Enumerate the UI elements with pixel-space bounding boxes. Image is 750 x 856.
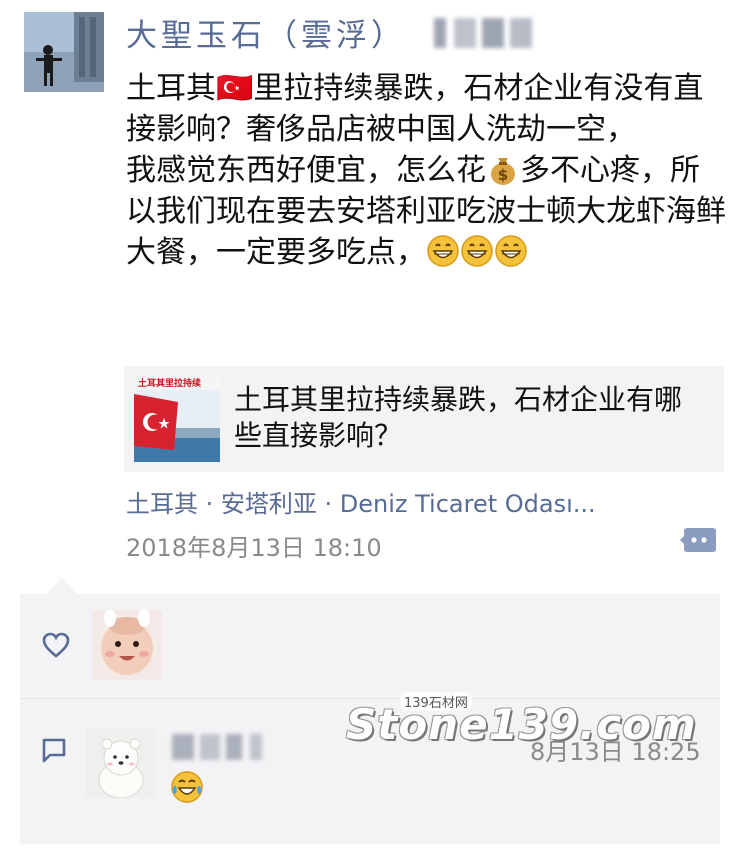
post-timestamp: 2018年8月13日 18:10 [126, 534, 382, 562]
grinning-emoji [461, 235, 493, 267]
shared-link-title: 土耳其里拉持续暴跌，石材企业有哪些直接影响？ [234, 383, 683, 452]
author-name-blurred-suffix [434, 18, 534, 52]
post-location[interactable]: 土耳其 · 安塔利亚 · Deniz Ticaret Odası... [126, 484, 596, 519]
liker-avatar[interactable] [92, 610, 162, 680]
post-paragraph-2: 我感觉东西好便宜，怎么花 $ 多不心疼，所以我们现在要去安塔利亚吃波士顿大龙虾海… [126, 150, 726, 273]
heart-icon [42, 632, 70, 658]
post-text: 土耳其🇹🇷里拉持续暴跌，石材企业有没有直接影响？奢侈品店被中国人洗劫一空， 我感… [126, 68, 726, 273]
grinning-emoji [495, 235, 527, 267]
watermark: Stone139.com 139石材网 [346, 690, 696, 760]
post-paragraph-2-part-1: 我感觉东西好便宜，怎么花 [126, 153, 486, 188]
shared-link-thumbnail-text: 土耳其里拉持续 [138, 377, 201, 389]
comment-icon [42, 738, 66, 763]
svg-text:$: $ [498, 166, 508, 184]
money-bag-emoji: $ [491, 158, 515, 185]
commenter-name-blurred[interactable] [172, 732, 268, 764]
tears-of-joy-emoji [171, 771, 203, 803]
commenter-avatar[interactable] [86, 728, 156, 798]
author-name[interactable]: 大聖玉石（雲浮） [126, 10, 406, 55]
author-avatar[interactable] [24, 12, 104, 92]
shared-link-card[interactable]: 土耳其里拉持续 土耳其里拉持续暴跌，石材企业有哪些直接影响？ [124, 366, 724, 472]
watermark-small: 139石材网 [400, 692, 472, 711]
post-paragraph-1: 土耳其🇹🇷里拉持续暴跌，石材企业有没有直接影响？奢侈品店被中国人洗劫一空， [126, 71, 704, 147]
grinning-emoji [427, 235, 459, 267]
shared-link-thumbnail: 土耳其里拉持续 [134, 376, 220, 462]
watermark-main: Stone139.com [346, 700, 697, 749]
interaction-panel-pointer [46, 578, 78, 594]
more-dots-icon[interactable] [680, 524, 718, 556]
